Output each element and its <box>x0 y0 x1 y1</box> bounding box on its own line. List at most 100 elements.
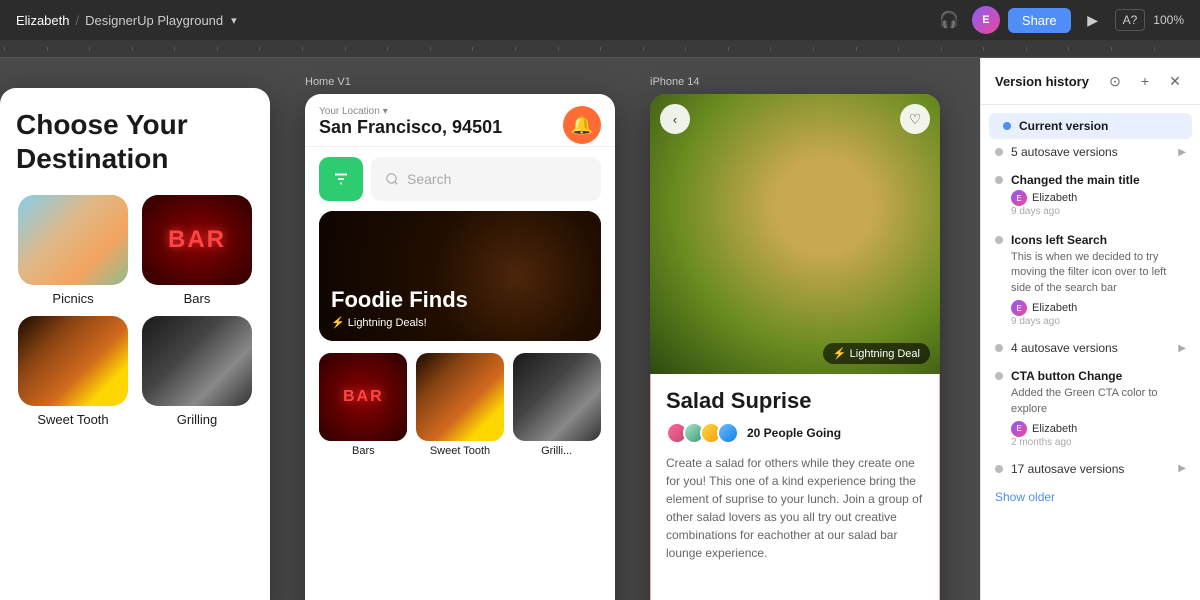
salad-title: Salad Suprise <box>666 388 924 414</box>
going-count: 20 People Going <box>747 426 841 440</box>
notification-button[interactable]: 🔔 <box>563 106 601 144</box>
sweet-label: Sweet Tooth <box>37 412 108 427</box>
ruler: -5600 -5550 -5500 -5450 -5400 -5350 -530… <box>0 40 1200 58</box>
picnics-label: Picnics <box>52 291 93 306</box>
zoom-level-label: 100% <box>1153 13 1184 27</box>
foodie-banner[interactable]: Foodie Finds ⚡ Lightning Deals! <box>319 211 601 341</box>
autosave-row-2[interactable]: 4 autosave versions ▶ <box>981 335 1200 361</box>
show-older-link[interactable]: Show older <box>981 482 1200 512</box>
grid-item-picnics[interactable]: Picnics <box>16 195 130 306</box>
version-dot-2 <box>995 236 1003 244</box>
current-version-label: Current version <box>1019 119 1108 133</box>
autosave-row-3[interactable]: 17 autosave versions ▶ <box>981 456 1200 482</box>
bottom-grill-label: Grilli... <box>541 445 572 457</box>
version-entry-cta[interactable]: CTA button Change Added the Green CTA co… <box>981 361 1200 456</box>
filter-icon <box>332 170 350 188</box>
autosave-arrow-1: ▶ <box>1178 147 1186 158</box>
version-info-2: Icons left Search This is when we decide… <box>1011 233 1186 327</box>
autosave-row-1[interactable]: 5 autosave versions ▶ <box>981 139 1200 165</box>
play-button[interactable]: ▶ <box>1079 6 1107 34</box>
version-user-avatar-1: E <box>1011 190 1027 206</box>
lightning-deal-badge: ⚡ Lightning Deal <box>823 343 930 364</box>
frame-right: ‹ ♡ ⚡ Lightning Deal Salad Suprise 20 Pe… <box>650 94 940 600</box>
autosave-label-2: 4 autosave versions <box>1011 341 1170 355</box>
salad-description: Create a salad for others while they cre… <box>666 454 924 562</box>
chevron-down-icon[interactable]: ▾ <box>231 14 237 27</box>
canvas[interactable]: Choose Your Destination Picnics BAR Bars <box>0 58 980 600</box>
autosave-label-3: 17 autosave versions <box>1011 462 1170 476</box>
frame-right-label: iPhone 14 <box>650 76 700 88</box>
project-name-label: DesignerUp Playground <box>85 13 223 28</box>
panel-close-icon[interactable]: ✕ <box>1164 70 1186 92</box>
current-version-row[interactable]: Current version <box>989 113 1192 139</box>
category-grid: Picnics BAR Bars Sweet Tooth <box>16 195 254 427</box>
version-info-cta: CTA button Change Added the Green CTA co… <box>1011 369 1186 448</box>
autosave-dot-2 <box>995 344 1003 352</box>
bottom-bars-label: Bars <box>352 445 375 457</box>
version-entry-1[interactable]: Changed the main title E Elizabeth 9 day… <box>981 165 1200 225</box>
salad-image: ‹ ♡ ⚡ Lightning Deal <box>650 94 940 374</box>
version-user-avatar-cta: E <box>1011 421 1027 437</box>
location-value: San Francisco, 94501 <box>319 117 601 138</box>
autosave-arrow-2: ▶ <box>1178 343 1186 354</box>
ruler-content: -5600 -5550 -5500 -5450 -5400 -5350 -530… <box>4 47 1196 51</box>
avatar-4 <box>717 422 739 444</box>
salad-content: Salad Suprise 20 People Going Create a s… <box>650 374 940 576</box>
location-label: Your Location ▾ <box>319 106 601 117</box>
grid-item-bars[interactable]: BAR Bars <box>140 195 254 306</box>
search-placeholder: Search <box>407 171 451 187</box>
bottom-grill-image <box>513 353 601 441</box>
panel-add-icon[interactable]: + <box>1134 70 1156 92</box>
back-button[interactable]: ‹ <box>660 104 690 134</box>
bottom-item-grill[interactable]: Grilli... <box>512 353 601 457</box>
version-desc-cta: Added the Green CTA color to explore <box>1011 386 1186 417</box>
version-time-2: 9 days ago <box>1011 316 1186 327</box>
search-input[interactable]: Search <box>371 157 601 201</box>
banner-title: Foodie Finds <box>331 288 589 312</box>
version-dot-cta <box>995 372 1003 380</box>
frame-left: Choose Your Destination Picnics BAR Bars <box>0 88 270 600</box>
search-icon <box>385 172 399 186</box>
version-user-2: Elizabeth <box>1032 302 1077 314</box>
search-bar: Search <box>319 157 601 201</box>
share-button[interactable]: Share <box>1008 8 1071 33</box>
version-dot-1 <box>995 176 1003 184</box>
frame-mid-label: Home V1 <box>305 76 351 88</box>
ai-button[interactable]: A? <box>1115 9 1146 31</box>
version-user-1: Elizabeth <box>1032 192 1077 204</box>
version-user-avatar-2: E <box>1011 300 1027 316</box>
version-user-row-cta: E Elizabeth <box>1011 421 1186 437</box>
favorite-button[interactable]: ♡ <box>900 104 930 134</box>
sweet-image <box>18 316 128 406</box>
bottom-item-sweet[interactable]: Sweet Tooth <box>416 353 505 457</box>
autosave-label-1: 5 autosave versions <box>1011 145 1170 159</box>
version-user-row-2: E Elizabeth <box>1011 300 1186 316</box>
version-entry-2[interactable]: Icons left Search This is when we decide… <box>981 225 1200 335</box>
grid-item-grilling[interactable]: Grilling <box>140 316 254 427</box>
topbar-right: 🎧 E Share ▶ A? 100% <box>934 5 1184 35</box>
topbar: Elizabeth / DesignerUp Playground ▾ 🎧 E … <box>0 0 1200 40</box>
version-user-row-1: E Elizabeth <box>1011 190 1186 206</box>
version-name-1: Changed the main title <box>1011 173 1186 187</box>
bottom-item-bars[interactable]: BAR Bars <box>319 353 408 457</box>
version-time-1: 9 days ago <box>1011 206 1186 217</box>
main-area: Choose Your Destination Picnics BAR Bars <box>0 58 1200 600</box>
version-user-cta: Elizabeth <box>1032 423 1077 435</box>
current-version-dot <box>1003 122 1011 130</box>
grilling-label: Grilling <box>177 412 217 427</box>
user-avatar[interactable]: E <box>972 6 1000 34</box>
breadcrumb-separator: / <box>75 13 79 28</box>
panel-settings-icon[interactable]: ⊙ <box>1104 70 1126 92</box>
headphones-icon[interactable]: 🎧 <box>934 5 964 35</box>
version-time-cta: 2 months ago <box>1011 437 1186 448</box>
autosave-arrow-3: ▶ <box>1178 463 1186 474</box>
grilling-image <box>142 316 252 406</box>
bottom-bars-image: BAR <box>319 353 407 441</box>
filter-button[interactable] <box>319 157 363 201</box>
autosave-dot-3 <box>995 465 1003 473</box>
topbar-left: Elizabeth / DesignerUp Playground ▾ <box>16 13 237 28</box>
autosave-dot-1 <box>995 148 1003 156</box>
version-desc-2: This is when we decided to try moving th… <box>1011 250 1186 296</box>
panel-header: Version history ⊙ + ✕ <box>981 58 1200 105</box>
grid-item-sweet[interactable]: Sweet Tooth <box>16 316 130 427</box>
